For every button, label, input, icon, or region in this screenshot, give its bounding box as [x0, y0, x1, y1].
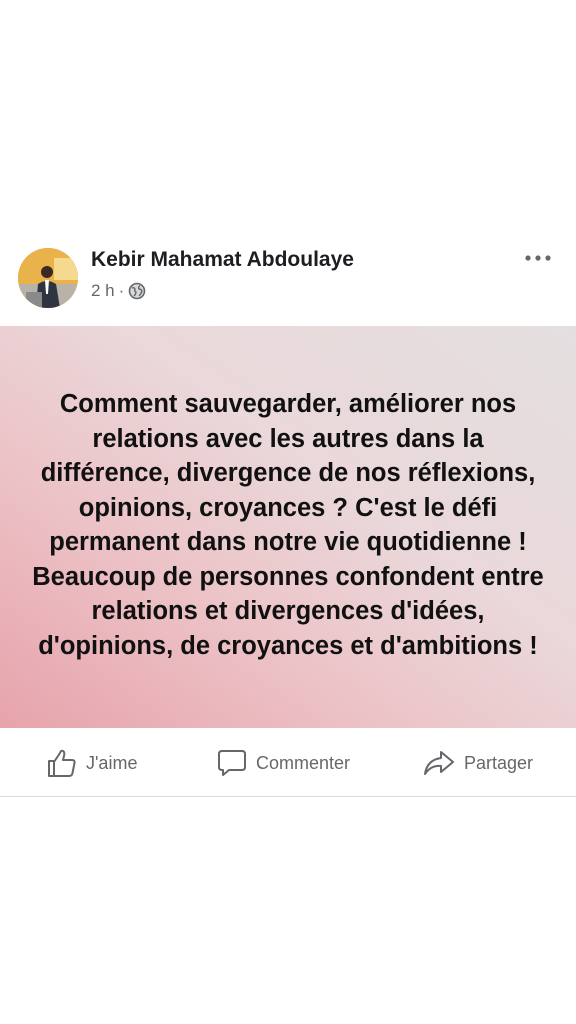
share-button[interactable]: Partager [422, 746, 533, 780]
author-name[interactable]: Kebir Mahamat Abdoulaye [91, 248, 354, 272]
like-button[interactable]: J'aime [46, 746, 137, 780]
thumbs-up-icon [48, 749, 76, 777]
post-meta: 2 h · [91, 281, 146, 301]
globe-icon[interactable] [128, 282, 146, 300]
more-dots-icon[interactable] [522, 248, 554, 268]
post-content-card: Comment sauvegarder, améliorer nos relat… [0, 326, 576, 728]
comment-icon [218, 750, 246, 776]
post-text: Comment sauvegarder, améliorer nos relat… [32, 390, 544, 660]
comment-label: Commenter [256, 752, 351, 773]
share-label: Partager [464, 752, 534, 773]
share-arrow-icon [424, 751, 454, 775]
avatar-photo [18, 248, 78, 308]
facebook-post: Kebir Mahamat Abdoulaye 2 h · Comment sa… [0, 0, 576, 1024]
post-header: Kebir Mahamat Abdoulaye 2 h · [0, 240, 576, 320]
post-actions-bar: J'aime Commenter Partager [0, 728, 576, 797]
like-label: J'aime [86, 752, 138, 773]
comment-button[interactable]: Commenter [216, 746, 350, 780]
post-time[interactable]: 2 h [91, 281, 115, 301]
author-avatar[interactable] [18, 248, 78, 308]
meta-separator: · [118, 281, 125, 300]
